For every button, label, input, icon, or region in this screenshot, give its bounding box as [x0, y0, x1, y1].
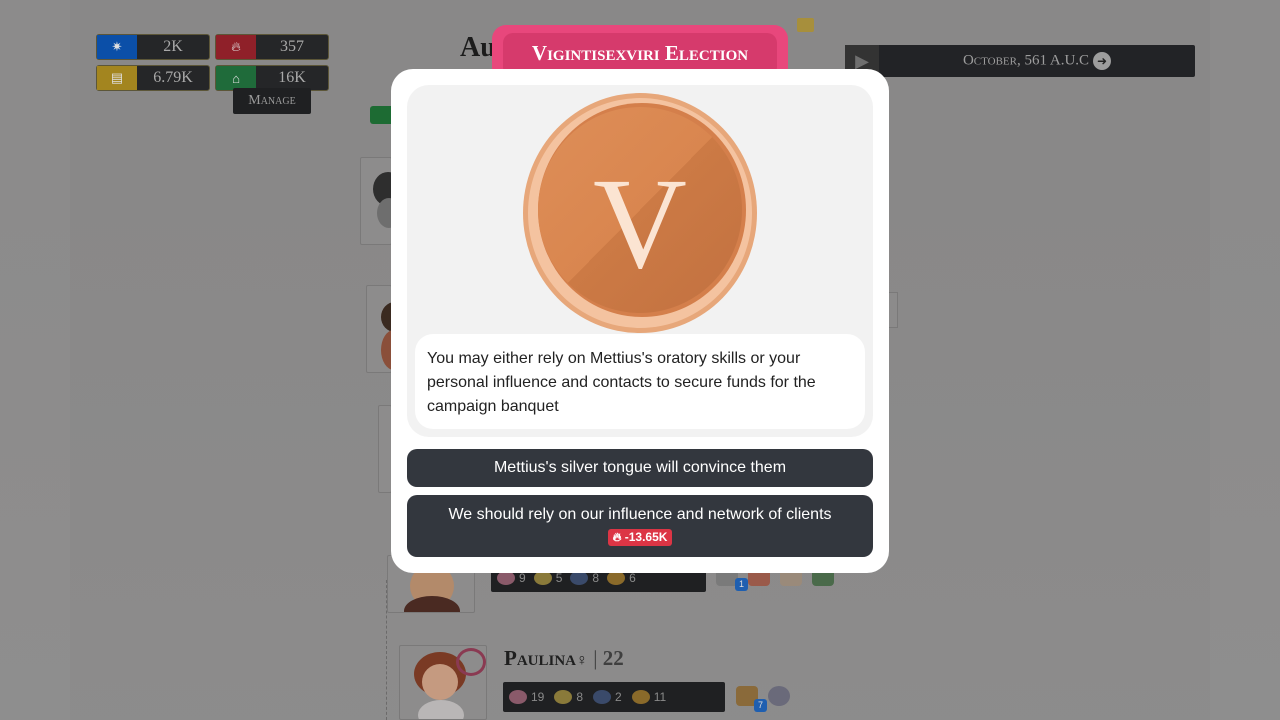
wealth-stat: 8 — [554, 690, 583, 704]
military-stat: 11 — [631, 690, 666, 704]
oratory-stat: 8 — [570, 571, 599, 585]
arrow-right-circle-icon[interactable]: ➜ — [1093, 52, 1112, 70]
resource-house-value: 16K — [278, 69, 306, 86]
coins-icon — [554, 690, 573, 704]
bronze-coin-icon: V — [523, 93, 757, 333]
choice-oratory-label: Mettius's silver tongue will convince th… — [493, 459, 787, 476]
modal-title: Vigintisexviri Election — [531, 41, 749, 65]
resource-influence-value: 2K — [163, 38, 183, 55]
female-symbol-icon — [456, 648, 486, 676]
choice-oratory-button[interactable]: Mettius's silver tongue will convince th… — [407, 449, 873, 487]
date-label: October, 561 A.U.C — [962, 52, 1090, 69]
gear-icon: ✷ — [97, 35, 137, 59]
coins-icon: ▤ — [97, 66, 137, 90]
house-icon: ⌂ — [216, 66, 256, 90]
trait-count-badge: 7 — [754, 699, 767, 712]
resource-influence: ✷ 2K — [96, 34, 210, 60]
speech-icon — [570, 571, 589, 585]
date-bar: ▶ October, 561 A.U.C ➜ — [845, 45, 1195, 77]
flag-icon[interactable] — [797, 18, 814, 32]
character-age: 22 — [602, 646, 624, 670]
character-portrait[interactable] — [366, 285, 392, 373]
character-name: Paulina — [504, 646, 576, 670]
paulina-name-line: Paulina♀ | 22 — [504, 646, 624, 671]
name-separator: | — [593, 646, 598, 670]
military-stat: 6 — [607, 571, 636, 585]
fire-icon: 🔥︎ — [612, 530, 622, 544]
resource-coins-value: 6.79K — [153, 69, 193, 86]
manage-button[interactable]: Manage — [233, 88, 311, 114]
paulina-stats-bar: 19 8 2 11 — [503, 682, 725, 712]
cost-badge: 🔥︎ -13.65K — [607, 529, 673, 546]
intelligence-stat: 9 — [497, 571, 526, 585]
date-display[interactable]: October, 561 A.U.C ➜ — [879, 52, 1195, 70]
trait-icon[interactable] — [768, 686, 790, 706]
trait-count-badge: 1 — [735, 578, 748, 591]
fire-icon: 🔥︎ — [216, 35, 256, 59]
page-heading-obscured: Au — [460, 32, 496, 63]
speech-icon — [593, 690, 612, 704]
coin-letter: V — [593, 152, 687, 296]
choice-influence-label: We should rely on our influence and netw… — [448, 506, 832, 523]
oratory-stat: 2 — [593, 690, 622, 704]
wealth-stat: 5 — [533, 571, 562, 585]
event-description: You may either rely on Mettius's oratory… — [415, 334, 865, 429]
coins-icon — [533, 571, 552, 585]
helmet-icon — [631, 690, 650, 704]
helmet-icon — [607, 571, 626, 585]
choice-influence-button[interactable]: We should rely on our influence and netw… — [407, 495, 873, 557]
resource-fire: 🔥︎ 357 — [215, 34, 329, 60]
female-icon: ♀ — [576, 652, 588, 669]
character-portrait[interactable] — [360, 157, 392, 245]
resource-coins: ▤ 6.79K — [96, 65, 210, 91]
cost-value: -13.65K — [624, 530, 668, 544]
paulina-portrait[interactable] — [399, 645, 487, 720]
brain-icon — [509, 690, 527, 704]
brain-icon — [497, 571, 515, 585]
resource-fire-value: 357 — [280, 38, 304, 55]
intelligence-stat: 19 — [509, 690, 544, 704]
character-portrait[interactable] — [378, 405, 392, 493]
